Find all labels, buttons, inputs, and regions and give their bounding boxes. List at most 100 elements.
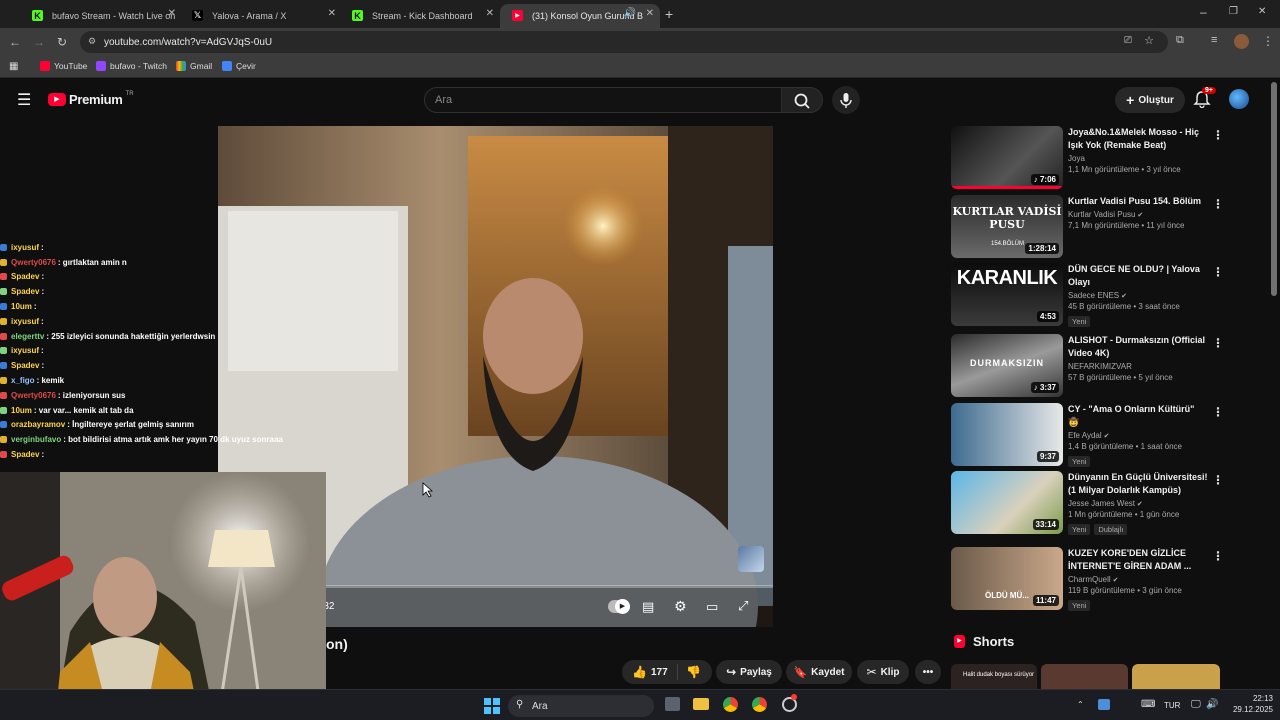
hamburger-menu-icon[interactable]: ☰ xyxy=(17,90,31,110)
short-thumbnail[interactable]: Halit dudak boyası sürüyor xyxy=(951,664,1037,690)
bookmark-star-icon[interactable]: ☆ xyxy=(1144,34,1154,47)
theater-mode-icon[interactable]: ▭ xyxy=(706,599,718,615)
channel-name[interactable]: Sadece ENES ✔ xyxy=(1068,291,1208,300)
autoplay-toggle[interactable]: ▶ xyxy=(608,599,630,614)
keyboard-icon[interactable]: ⌨ xyxy=(1141,699,1155,710)
more-options-icon[interactable]: ⋮ xyxy=(1212,405,1224,419)
file-explorer-icon[interactable] xyxy=(693,698,709,710)
chrome-active-icon[interactable] xyxy=(752,697,767,712)
reload-icon[interactable]: ↻ xyxy=(57,36,67,48)
volume-icon[interactable]: 🔊 xyxy=(1206,699,1218,710)
language-indicator[interactable]: TUR xyxy=(1164,701,1180,710)
bookmark-twitch[interactable]: bufavo - Twitch xyxy=(96,61,167,71)
back-icon[interactable]: ← xyxy=(9,36,21,48)
minimize-icon[interactable]: – xyxy=(1200,6,1207,18)
bookmark-gmail[interactable]: Gmail xyxy=(176,61,212,71)
voice-search-button[interactable] xyxy=(832,86,860,114)
page-scrollbar[interactable] xyxy=(1271,82,1277,296)
start-windows-icon[interactable] xyxy=(484,698,500,714)
video-thumbnail[interactable]: DURMAKSIZIN ♪ 3:37 xyxy=(951,334,1063,397)
video-title[interactable]: KUZEY KORE'DEN GİZLİCE İNTERNET'E GİREN … xyxy=(1068,547,1208,573)
recommended-video[interactable]: DURMAKSIZIN ♪ 3:37 ALISHOT - Durmaksızın (… xyxy=(951,334,1224,398)
channel-name[interactable]: Jesse James West ✔ xyxy=(1068,499,1208,508)
subtitles-icon[interactable]: ▤ xyxy=(642,599,654,615)
channel-watermark[interactable] xyxy=(738,546,764,572)
channel-name[interactable]: Efe Aydal ✔ xyxy=(1068,431,1208,440)
close-window-icon[interactable]: ✕ xyxy=(1258,7,1266,17)
short-thumbnail[interactable] xyxy=(1041,664,1128,690)
video-title[interactable]: Joya&No.1&Melek Mosso - Hiç Işık Yok (Re… xyxy=(1068,126,1208,152)
clock-time[interactable]: 22:13 xyxy=(1229,694,1273,703)
video-thumbnail[interactable]: KURTLAR VADİSİ PUSU 154.BÖLÜM 1:28:14 xyxy=(951,195,1063,258)
video-thumbnail[interactable]: ♪ 7:06 xyxy=(951,126,1063,189)
taskbar-search-input[interactable]: ⚲ Ara xyxy=(508,695,654,717)
speaker-icon[interactable]: 🔊 xyxy=(624,8,636,19)
channel-name[interactable]: Joya xyxy=(1068,154,1208,163)
forward-icon[interactable]: → xyxy=(33,36,45,48)
network-icon[interactable]: 🖵 xyxy=(1191,699,1201,710)
browser-tab[interactable]: K bufavo Stream - Watch Live on ✕ xyxy=(20,4,182,28)
site-info-icon[interactable]: ⚙ xyxy=(88,36,96,47)
tray-app-icon[interactable] xyxy=(1098,699,1110,710)
clip-button[interactable]: ✂ Klip xyxy=(857,660,909,684)
browser-tab[interactable]: 𝕏 Yalova - Arama / X ✕ xyxy=(180,4,342,28)
video-thumbnail[interactable]: KARANLIK 4:53 xyxy=(951,263,1063,326)
task-view-icon[interactable] xyxy=(665,697,680,711)
close-icon[interactable]: ✕ xyxy=(168,8,176,19)
more-options-icon[interactable]: ⋮ xyxy=(1212,197,1224,211)
cast-icon[interactable]: ⎚ xyxy=(1124,35,1132,46)
bookmark-youtube[interactable]: YouTube xyxy=(40,61,87,71)
chrome-icon[interactable] xyxy=(723,697,738,712)
video-title[interactable]: ALISHOT - Durmaksızın (Official Video 4K… xyxy=(1068,334,1208,360)
more-options-icon[interactable]: ⋮ xyxy=(1212,128,1224,142)
tray-overflow-icon[interactable]: ⌃ xyxy=(1077,700,1084,709)
browser-tab-active[interactable]: ▶ (31) Konsol Oyun Gururlu B 🔊 ✕ xyxy=(500,4,660,28)
url-input[interactable]: ⚙ youtube.com/watch?v=AdGVJqS-0uU ⎚ ☆ xyxy=(80,31,1168,53)
thumbs-down-icon[interactable]: 👎 xyxy=(686,665,701,679)
recommended-video[interactable]: 33:14 Dünyanın En Güçlü Üniversitesi! (1 … xyxy=(951,471,1224,535)
video-title[interactable]: DÜN GECE NE OLDU? | Yalova Olayı xyxy=(1068,263,1208,289)
progress-bar[interactable] xyxy=(318,585,773,588)
search-button[interactable] xyxy=(781,87,823,113)
video-thumbnail[interactable]: 9:37 xyxy=(951,403,1063,466)
browser-tab[interactable]: K Stream - Kick Dashboard ✕ xyxy=(340,4,500,28)
restore-icon[interactable]: ❐ xyxy=(1229,7,1238,17)
apps-grid-icon[interactable]: ▦ xyxy=(9,61,18,72)
close-icon[interactable]: ✕ xyxy=(328,8,336,19)
recommended-video[interactable]: 9:37 CY - "Ama O Onların Kültürü" 🤠 Efe Ay… xyxy=(951,403,1224,467)
channel-name[interactable]: Kurtlar Vadisi Pusu ✔ xyxy=(1068,210,1208,219)
media-control-icon[interactable]: ≡ xyxy=(1211,35,1217,46)
more-options-icon[interactable]: ⋮ xyxy=(1212,265,1224,279)
recommended-video[interactable]: ÖLDÜ MÜ... 11:47 KUZEY KORE'DEN GİZLİCE İN… xyxy=(951,547,1224,611)
video-title[interactable]: Dünyanın En Güçlü Üniversitesi! (1 Milya… xyxy=(1068,471,1208,497)
channel-name[interactable]: CharmQuell ✔ xyxy=(1068,575,1208,584)
recommended-video[interactable]: KARANLIK 4:53 DÜN GECE NE OLDU? | Yalova O… xyxy=(951,263,1224,327)
recommended-video[interactable]: ♪ 7:06 Joya&No.1&Melek Mosso - Hiç Işık Y… xyxy=(951,126,1224,190)
save-button[interactable]: 🔖 Kaydet xyxy=(786,660,852,684)
bookmark-translate[interactable]: Çevir xyxy=(222,61,256,71)
more-options-icon[interactable]: ⋮ xyxy=(1212,473,1224,487)
youtube-logo[interactable]: ▶ Premium TR xyxy=(48,91,134,107)
video-title[interactable]: Kurtlar Vadisi Pusu 154. Bölüm xyxy=(1068,195,1208,208)
fullscreen-icon[interactable]: ⤢ xyxy=(738,598,748,614)
share-button[interactable]: ↪ Paylaş xyxy=(716,660,782,684)
notifications-button[interactable]: 9+ xyxy=(1193,87,1216,113)
search-input[interactable]: Ara xyxy=(424,87,782,113)
video-thumbnail[interactable]: 33:14 xyxy=(951,471,1063,534)
video-thumbnail[interactable]: ÖLDÜ MÜ... 11:47 xyxy=(951,547,1063,610)
close-icon[interactable]: ✕ xyxy=(646,8,654,19)
like-button[interactable]: 👍 177 xyxy=(622,664,678,680)
more-actions-button[interactable]: ••• xyxy=(915,660,941,684)
extensions-icon[interactable]: ⧉ xyxy=(1176,35,1184,46)
channel-name[interactable]: NEFARKIMIZVAR xyxy=(1068,362,1208,371)
settings-gear-icon[interactable]: ⚙ xyxy=(674,598,687,615)
create-button[interactable]: + Oluştur xyxy=(1115,87,1185,113)
more-options-icon[interactable]: ⋮ xyxy=(1212,549,1224,563)
profile-avatar[interactable] xyxy=(1234,34,1249,49)
clock-date[interactable]: 29.12.2025 xyxy=(1222,705,1273,714)
close-icon[interactable]: ✕ xyxy=(486,8,494,19)
short-thumbnail[interactable] xyxy=(1132,664,1220,690)
account-avatar[interactable] xyxy=(1229,89,1249,109)
menu-icon[interactable]: ⋮ xyxy=(1262,35,1274,47)
recommended-video[interactable]: KURTLAR VADİSİ PUSU 154.BÖLÜM 1:28:14 Kurtl… xyxy=(951,195,1224,259)
